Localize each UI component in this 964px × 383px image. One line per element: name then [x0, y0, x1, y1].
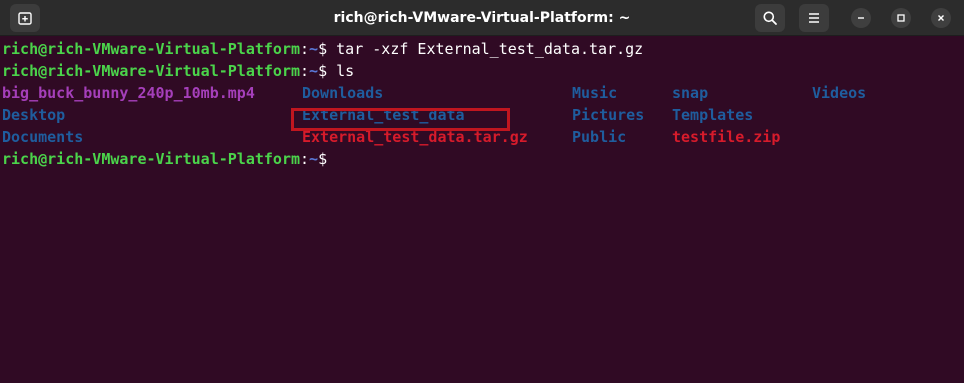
title-bar: rich@rich-VMware-Virtual-Platform: ~ [0, 0, 964, 36]
search-button[interactable] [755, 4, 785, 32]
file-entry: big_buck_bunny_240p_10mb.mp4 [2, 84, 255, 102]
terminal-output[interactable]: rich@rich-VMware-Virtual-Platform:~$ tar… [0, 36, 964, 383]
directory-entry: Music [572, 84, 618, 102]
minimize-icon [858, 17, 864, 19]
hamburger-menu-icon [809, 13, 819, 23]
command-line: rich@rich-VMware-Virtual-Platform:~$ tar… [2, 38, 964, 60]
search-icon [763, 11, 777, 25]
minimize-button[interactable] [851, 8, 871, 28]
archive-entry: testfile.zip [672, 128, 781, 146]
command-text: ls [327, 62, 355, 80]
prompt-path: ~ [309, 40, 319, 58]
ls-row: Documents External_test_data.tar.gz Publ… [2, 126, 964, 148]
prompt-colon: : [300, 40, 310, 58]
prompt-colon: : [300, 62, 310, 80]
directory-entry-highlighted: External_test_data [302, 106, 465, 124]
prompt-symbol: $ [318, 150, 328, 168]
close-icon [938, 15, 944, 21]
directory-entry: Desktop [2, 106, 66, 124]
menu-button[interactable] [799, 4, 829, 32]
maximize-icon [897, 14, 905, 22]
maximize-button[interactable] [891, 8, 911, 28]
command-line: rich@rich-VMware-Virtual-Platform:~$ [2, 148, 964, 170]
directory-entry: Pictures [572, 106, 645, 124]
prompt-path: ~ [309, 62, 319, 80]
command-line: rich@rich-VMware-Virtual-Platform:~$ ls [2, 60, 964, 82]
prompt-user: rich@rich-VMware-Virtual-Platform [2, 150, 301, 168]
archive-entry: External_test_data.tar.gz [302, 128, 528, 146]
prompt-symbol: $ [318, 62, 328, 80]
prompt-user: rich@rich-VMware-Virtual-Platform [2, 40, 301, 58]
terminal-window: rich@rich-VMware-Virtual-Platform: ~ ric… [0, 0, 964, 383]
close-button[interactable] [931, 8, 951, 28]
directory-entry: Videos [812, 84, 867, 102]
command-text: tar -xzf External_test_data.tar.gz [327, 40, 644, 58]
directory-entry: snap [672, 84, 709, 102]
prompt-symbol: $ [318, 40, 328, 58]
ls-row: Desktop External_test_data Pictures Temp… [2, 104, 964, 126]
directory-entry: Downloads [302, 84, 384, 102]
directory-entry: Templates [672, 106, 754, 124]
directory-entry: Documents [2, 128, 84, 146]
prompt-user: rich@rich-VMware-Virtual-Platform [2, 62, 301, 80]
prompt-path: ~ [309, 150, 319, 168]
prompt-colon: : [300, 150, 310, 168]
ls-row: big_buck_bunny_240p_10mb.mp4 Downloads M… [2, 82, 964, 104]
directory-entry: Public [572, 128, 627, 146]
